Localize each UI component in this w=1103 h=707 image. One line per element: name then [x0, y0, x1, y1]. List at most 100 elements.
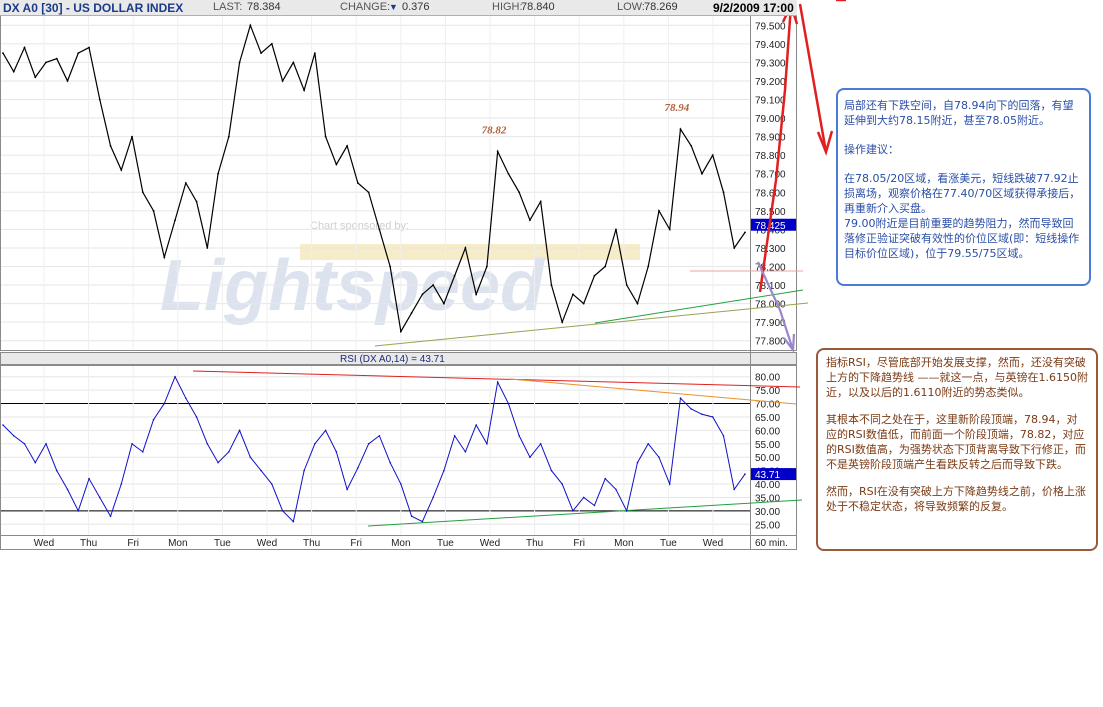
rsi-point [228, 451, 230, 453]
price-point [668, 228, 671, 231]
price-tick-label: 79.200 [755, 77, 786, 88]
price-point [195, 200, 198, 203]
chart-datetime: 9/2/2009 17:00 [713, 1, 794, 15]
rsi-point [453, 434, 456, 437]
price-point [399, 330, 402, 333]
note2-paragraph-2: 其根本不同之处在于，这里新阶段顶端，78.94，对应的RSI数值低，而前面一个阶… [826, 413, 1086, 471]
rsi-point [443, 469, 445, 472]
price-point [238, 61, 241, 64]
rsi-point [701, 413, 703, 416]
rsi-point [432, 496, 434, 499]
price-point [432, 284, 435, 286]
price-point [421, 293, 424, 296]
price-point [701, 172, 703, 175]
price-point [249, 24, 252, 27]
price-point [227, 135, 230, 138]
price-point [572, 293, 574, 296]
price-point [518, 191, 521, 194]
price-point [410, 311, 413, 314]
price-point [636, 302, 639, 305]
rsi-point [260, 469, 262, 472]
rsi-point [163, 402, 166, 405]
note2-paragraph-1: 指标RSI，尽管底部开始发展支撑，然而，还没有突破上方的下降趋势线 ——就这一点… [826, 356, 1088, 399]
price-point [303, 89, 306, 92]
price-point [356, 182, 359, 184]
price-tick-label: 77.900 [755, 318, 786, 329]
x-tick-label: Thu [303, 538, 320, 549]
high-value: 78.840 [521, 1, 555, 13]
price-point [550, 284, 553, 286]
rsi-point [378, 434, 381, 437]
x-tick-label: Wed [703, 538, 723, 549]
rsi-point [324, 429, 327, 432]
rsi-point [658, 456, 660, 459]
peak-annotation: 78.82 [482, 124, 507, 136]
rsi-point [550, 469, 553, 472]
price-point [292, 61, 295, 64]
rsi-point [346, 488, 348, 491]
x-tick-label: Mon [168, 538, 187, 549]
price-point [131, 135, 133, 138]
price-point [453, 274, 456, 277]
rsi-tick-label: 25.00 [755, 520, 780, 531]
rsi-point [367, 442, 370, 445]
rsi-point [98, 496, 101, 499]
rsi-point [679, 397, 682, 399]
rsi-point [410, 515, 413, 518]
rsi-point [66, 488, 69, 491]
rsi-tick-label: 40.00 [755, 480, 780, 491]
price-point [270, 42, 273, 45]
rsi-point [281, 510, 284, 512]
rsi-point [722, 434, 725, 437]
rsi-point [475, 424, 477, 426]
price-point [389, 265, 392, 268]
price-point [66, 80, 69, 82]
rsi-point [238, 429, 241, 432]
price-point [679, 128, 682, 131]
price-point [507, 172, 510, 175]
x-tick-label: Wed [257, 538, 277, 549]
x-tick-label: Wed [34, 538, 54, 549]
x-tick-label: Wed [480, 538, 500, 549]
price-tick-label: 78.600 [755, 188, 786, 199]
rsi-point [195, 416, 198, 418]
price-point [367, 191, 370, 194]
price-point [206, 247, 209, 249]
price-point [281, 80, 284, 82]
price-point [313, 52, 316, 55]
low-label: LOW: [617, 1, 645, 13]
rsi-point [582, 496, 585, 499]
price-point [12, 70, 15, 73]
rsi-point [23, 442, 26, 445]
price-point [744, 231, 746, 234]
price-point [647, 265, 650, 268]
rsi-last-tag-label: 43.71 [755, 470, 780, 481]
rsi-point [357, 467, 359, 469]
price-tick-label: 79.300 [755, 58, 786, 69]
rsi-tick-label: 50.00 [755, 453, 780, 464]
rsi-point [335, 451, 338, 453]
price-point [77, 52, 80, 55]
price-point [34, 76, 37, 79]
rsi-point [744, 473, 746, 475]
rsi-point [185, 397, 187, 399]
rsi-point [615, 488, 617, 491]
x-tick-label: Tue [660, 538, 677, 549]
price-point [658, 209, 660, 212]
price-point [529, 219, 531, 222]
x-tick-label: Tue [437, 538, 454, 549]
rsi-point [77, 510, 80, 512]
price-point [442, 302, 445, 305]
price-tick-label: 77.800 [755, 337, 786, 348]
rsi-point [507, 402, 510, 405]
rsi-point [34, 461, 37, 464]
price-tick-label: 78.000 [755, 300, 786, 311]
price-point [45, 61, 47, 64]
price-point [615, 228, 617, 231]
rsi-point [496, 381, 499, 383]
rsi-point [711, 416, 714, 418]
rsi-point [303, 469, 305, 472]
analysis-note-price: 局部还有下跌空间，自78.94向下的回落，有望延伸到大约78.15附近，甚至78… [836, 88, 1091, 286]
price-point [486, 265, 488, 268]
price-point [378, 228, 381, 231]
